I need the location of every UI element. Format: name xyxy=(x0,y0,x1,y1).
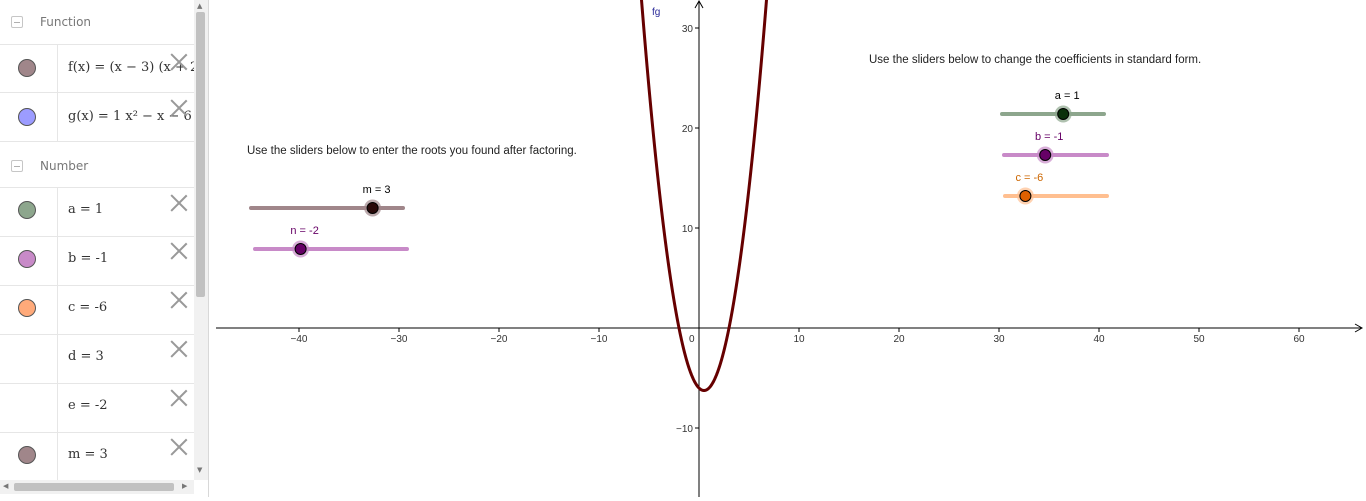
y-tick-label: 10 xyxy=(682,224,694,235)
slider-knob[interactable] xyxy=(1039,149,1052,161)
slider-knob[interactable] xyxy=(1019,190,1032,202)
function-group-header[interactable]: Function xyxy=(0,0,194,45)
delete-icon[interactable] xyxy=(170,99,188,117)
vertical-scroll-thumb[interactable] xyxy=(196,12,205,297)
x-tick-label: 30 xyxy=(993,334,1005,345)
function-group-label: Function xyxy=(40,15,92,29)
number-row-e[interactable]: e = -2 xyxy=(0,384,194,433)
graph-canvas[interactable]: −40 −30 −20 −10 0 10 20 30 40 50 60 −10 10 20 30 fg m = … xyxy=(209,0,1366,497)
slider-knob[interactable] xyxy=(1057,108,1070,120)
number-row-b[interactable]: b = -1 xyxy=(0,237,194,286)
x-tick-label: −20 xyxy=(491,334,508,345)
visibility-toggle-icon[interactable] xyxy=(18,108,36,126)
function-row-g[interactable]: g(x) = 1 x² − x − 6 xyxy=(0,93,194,142)
function-label: fg xyxy=(652,7,660,18)
number-row-a[interactable]: a = 1 xyxy=(0,188,194,237)
slider-label: m = 3 xyxy=(363,184,391,196)
delete-icon[interactable] xyxy=(170,53,188,71)
x-tick-label: −40 xyxy=(291,334,308,345)
visibility-toggle-icon[interactable] xyxy=(18,446,36,464)
number-m-value[interactable]: m = 3 xyxy=(68,447,108,462)
scroll-down-icon[interactable]: ▼ xyxy=(197,466,202,474)
number-a-value[interactable]: a = 1 xyxy=(68,202,103,217)
delete-icon[interactable] xyxy=(170,194,188,212)
delete-icon[interactable] xyxy=(170,340,188,358)
number-row-c[interactable]: c = -6 xyxy=(0,286,194,335)
vertical-scrollbar[interactable]: ▲ ▼ xyxy=(194,0,208,480)
x-tick-label: 50 xyxy=(1193,334,1205,345)
delete-icon[interactable] xyxy=(170,291,188,309)
slider-label: n = -2 xyxy=(290,225,318,237)
x-tick-label: −10 xyxy=(591,334,608,345)
algebra-view: Function f(x) = (x − 3) (x + 2) g(x) = 1… xyxy=(0,0,209,497)
scroll-right-icon[interactable]: ▶ xyxy=(182,482,187,490)
visibility-toggle-icon[interactable] xyxy=(18,59,36,77)
x-tick-label: 20 xyxy=(893,334,905,345)
collapse-icon[interactable] xyxy=(11,160,23,172)
number-c-value[interactable]: c = -6 xyxy=(68,300,107,315)
roots-instruction-text: Use the sliders below to enter the roots… xyxy=(247,145,577,157)
delete-icon[interactable] xyxy=(170,438,188,456)
coefficients-instruction-text: Use the sliders below to change the coef… xyxy=(869,54,1202,66)
number-group-header[interactable]: Number xyxy=(0,143,194,188)
number-group-label: Number xyxy=(40,159,89,173)
delete-icon[interactable] xyxy=(170,389,188,407)
y-tick-label: 30 xyxy=(682,24,694,35)
slider-knob[interactable] xyxy=(294,243,307,255)
slider-label: b = -1 xyxy=(1035,131,1063,143)
number-e-value[interactable]: e = -2 xyxy=(68,398,108,413)
scroll-up-icon[interactable]: ▲ xyxy=(197,2,202,10)
delete-icon[interactable] xyxy=(170,242,188,260)
x-tick-label: 0 xyxy=(689,334,695,345)
visibility-toggle-icon[interactable] xyxy=(18,299,36,317)
slider-label: c = -6 xyxy=(1015,172,1043,184)
number-row-d[interactable]: d = 3 xyxy=(0,335,194,384)
slider-label: a = 1 xyxy=(1055,90,1080,102)
horizontal-scroll-thumb[interactable] xyxy=(14,483,174,491)
slider-knob[interactable] xyxy=(366,202,379,214)
visibility-toggle-icon[interactable] xyxy=(18,201,36,219)
number-row-m[interactable]: m = 3 xyxy=(0,433,194,482)
parabola-curve xyxy=(640,0,768,392)
y-tick-label: −10 xyxy=(676,424,693,435)
function-row-f[interactable]: f(x) = (x − 3) (x + 2) xyxy=(0,44,203,93)
number-b-value[interactable]: b = -1 xyxy=(68,251,108,266)
collapse-icon[interactable] xyxy=(11,16,23,28)
x-tick-label: 60 xyxy=(1293,334,1305,345)
x-tick-label: 40 xyxy=(1093,334,1105,345)
y-tick-label: 20 xyxy=(682,124,694,135)
x-tick-label: 10 xyxy=(793,334,805,345)
number-d-value[interactable]: d = 3 xyxy=(68,349,104,364)
graphics-view[interactable]: −40 −30 −20 −10 0 10 20 30 40 50 60 −10 10 20 30 fg m = … xyxy=(209,0,1366,497)
horizontal-scrollbar[interactable]: ◀ ▶ xyxy=(0,480,194,494)
visibility-toggle-icon[interactable] xyxy=(18,250,36,268)
x-tick-label: −30 xyxy=(391,334,408,345)
scroll-left-icon[interactable]: ◀ xyxy=(3,482,8,490)
